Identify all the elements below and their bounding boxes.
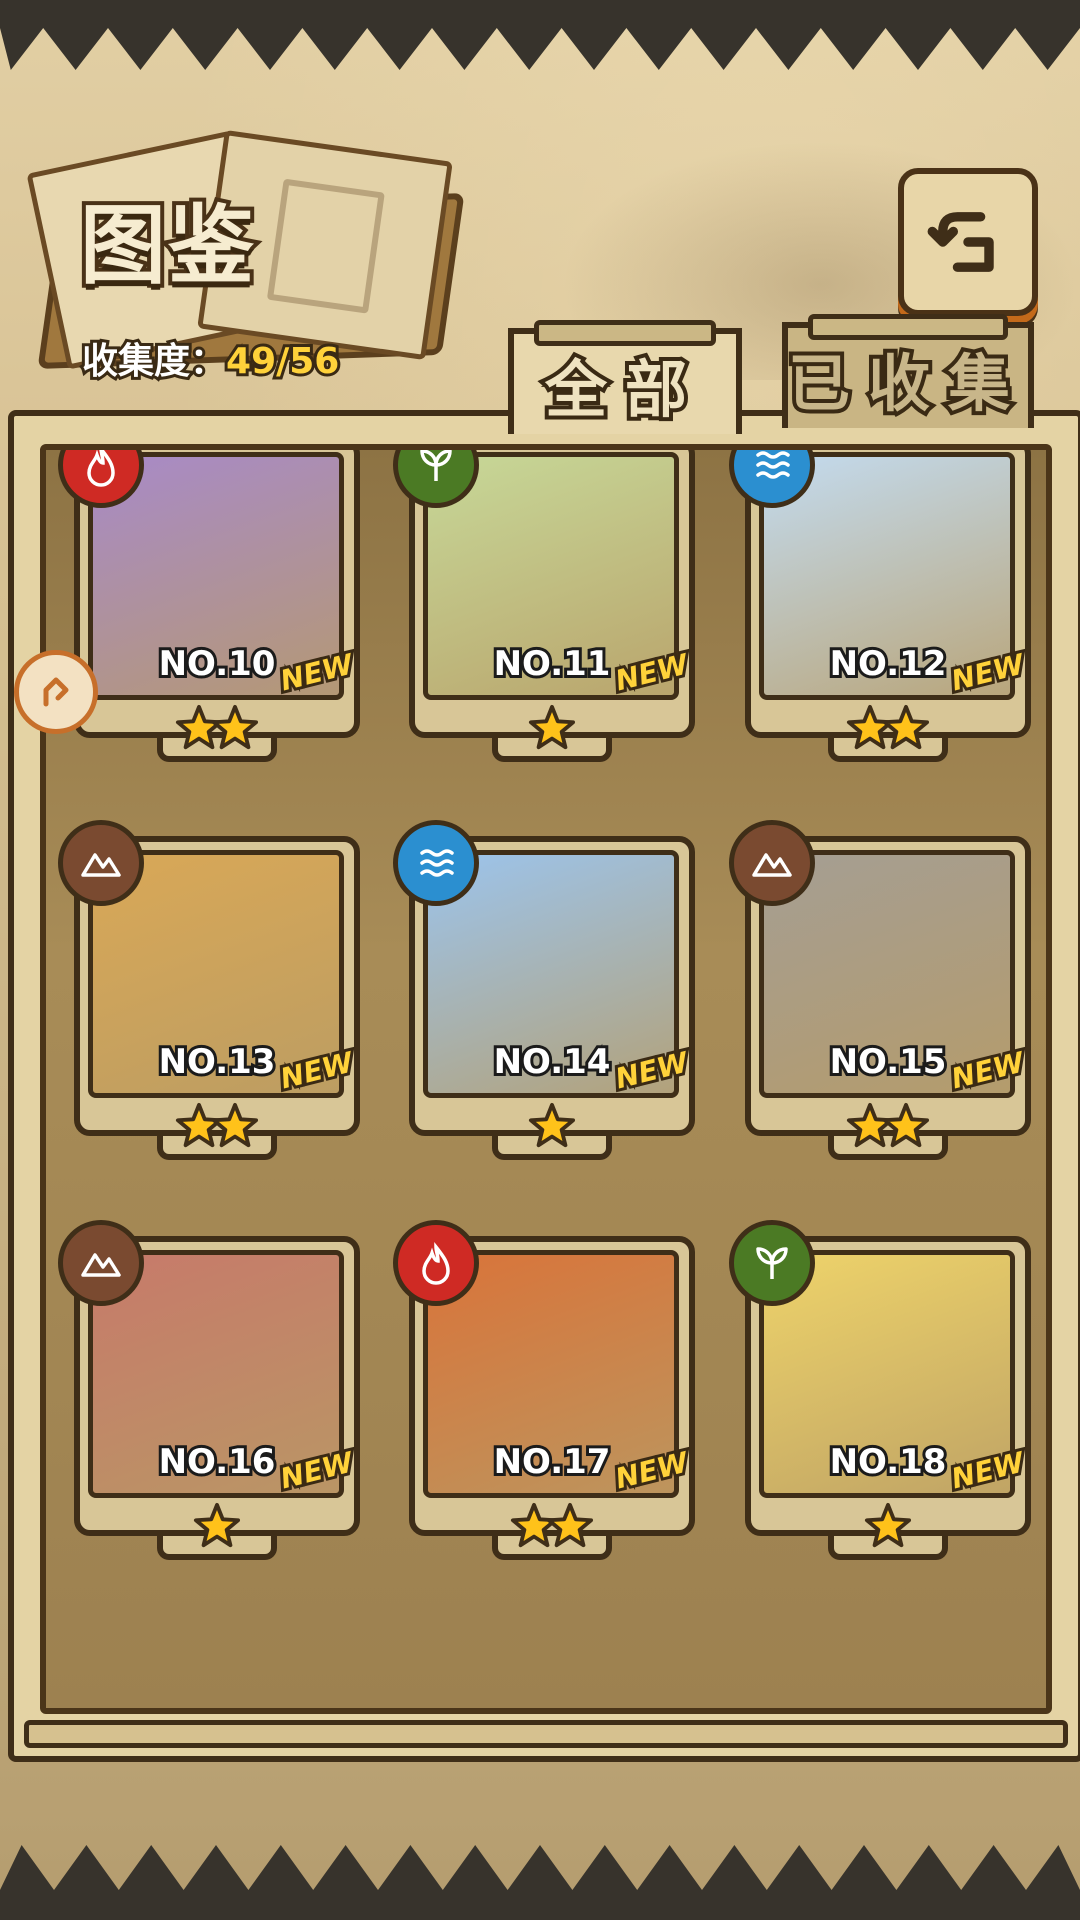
star-icon: [211, 704, 259, 752]
book-panel-decor: [266, 178, 385, 314]
collection-label: 收集度：: [79, 338, 229, 385]
codex-frame: NO.10 NEW NO.11 NEW NO.12 NEW NO.13 NEW NO.14 NEW…: [8, 410, 1080, 1762]
frame-bottom-bar: [24, 1720, 1068, 1748]
wood-element-icon: [729, 1220, 815, 1306]
top-torn-edge: [0, 0, 1080, 70]
star-rating: [74, 1102, 360, 1158]
star-rating: [74, 1502, 360, 1558]
codex-card[interactable]: NO.12 NEW: [729, 450, 1031, 774]
star-icon: [882, 1102, 930, 1150]
fire-element-icon: [393, 1220, 479, 1306]
codex-card[interactable]: NO.11 NEW: [393, 450, 695, 774]
tab-collected-label: 已收集: [784, 343, 1029, 424]
collection-value: 49/56: [223, 338, 342, 385]
return-arrow-icon: [927, 212, 994, 272]
star-icon: [528, 1102, 576, 1150]
codex-card-partial[interactable]: [745, 1712, 1043, 1714]
star-icon: [864, 1502, 912, 1550]
earth-element-icon: [729, 820, 815, 906]
tab-collected[interactable]: 已收集: [782, 314, 1034, 428]
codex-card[interactable]: NO.16 NEW: [58, 1220, 360, 1572]
earth-element-icon: [64, 1708, 150, 1714]
star-icon: [528, 704, 576, 752]
codex-card[interactable]: NO.17 NEW: [393, 1220, 695, 1572]
tab-all-label: 全部: [541, 349, 705, 430]
star-icon: [193, 1502, 241, 1550]
codex-card-partial[interactable]: [74, 1712, 372, 1714]
star-rating: [409, 704, 695, 760]
codex-card[interactable]: NO.13 NEW: [58, 820, 360, 1172]
bottom-torn-edge: [0, 1845, 1080, 1920]
collection-progress: 收集度：49/56: [79, 332, 342, 385]
tab-collected-topbar: [808, 314, 1008, 340]
page-title: 图鉴: [76, 192, 258, 300]
codex-card[interactable]: NO.10 NEW: [58, 450, 360, 774]
star-icon: [211, 1102, 259, 1150]
star-rating: [409, 1102, 695, 1158]
card-grid: NO.10 NEW NO.11 NEW NO.12 NEW NO.13 NEW NO.14 NEW…: [46, 450, 1046, 1708]
earth-element-icon: [58, 1220, 144, 1306]
tab-all-topbar: [534, 320, 716, 346]
star-rating: [745, 704, 1031, 760]
codex-screen: 图鉴 收集度：49/56 NO.10 NEW NO.11 NEW NO.12 NEW NO.…: [0, 0, 1080, 1920]
star-icon: [546, 1502, 594, 1550]
codex-card[interactable]: NO.18 NEW: [729, 1220, 1031, 1572]
earth-element-icon: [399, 1708, 485, 1714]
star-icon: [882, 704, 930, 752]
water-element-icon: [735, 1708, 821, 1714]
side-scroll-button[interactable]: [14, 650, 98, 734]
tab-all[interactable]: 全部: [508, 320, 742, 434]
back-button[interactable]: [898, 168, 1038, 316]
star-rating: [745, 1102, 1031, 1158]
star-rating: [409, 1502, 695, 1558]
codex-card[interactable]: NO.15 NEW: [729, 820, 1031, 1172]
card-scroll-area[interactable]: NO.10 NEW NO.11 NEW NO.12 NEW NO.13 NEW NO.14 NEW…: [40, 444, 1052, 1714]
codex-card-partial[interactable]: [409, 1712, 707, 1714]
codex-card[interactable]: NO.14 NEW: [393, 820, 695, 1172]
earth-element-icon: [58, 820, 144, 906]
water-element-icon: [393, 820, 479, 906]
star-rating: [745, 1502, 1031, 1558]
star-rating: [74, 704, 360, 760]
curved-arrow-icon: [43, 677, 69, 707]
